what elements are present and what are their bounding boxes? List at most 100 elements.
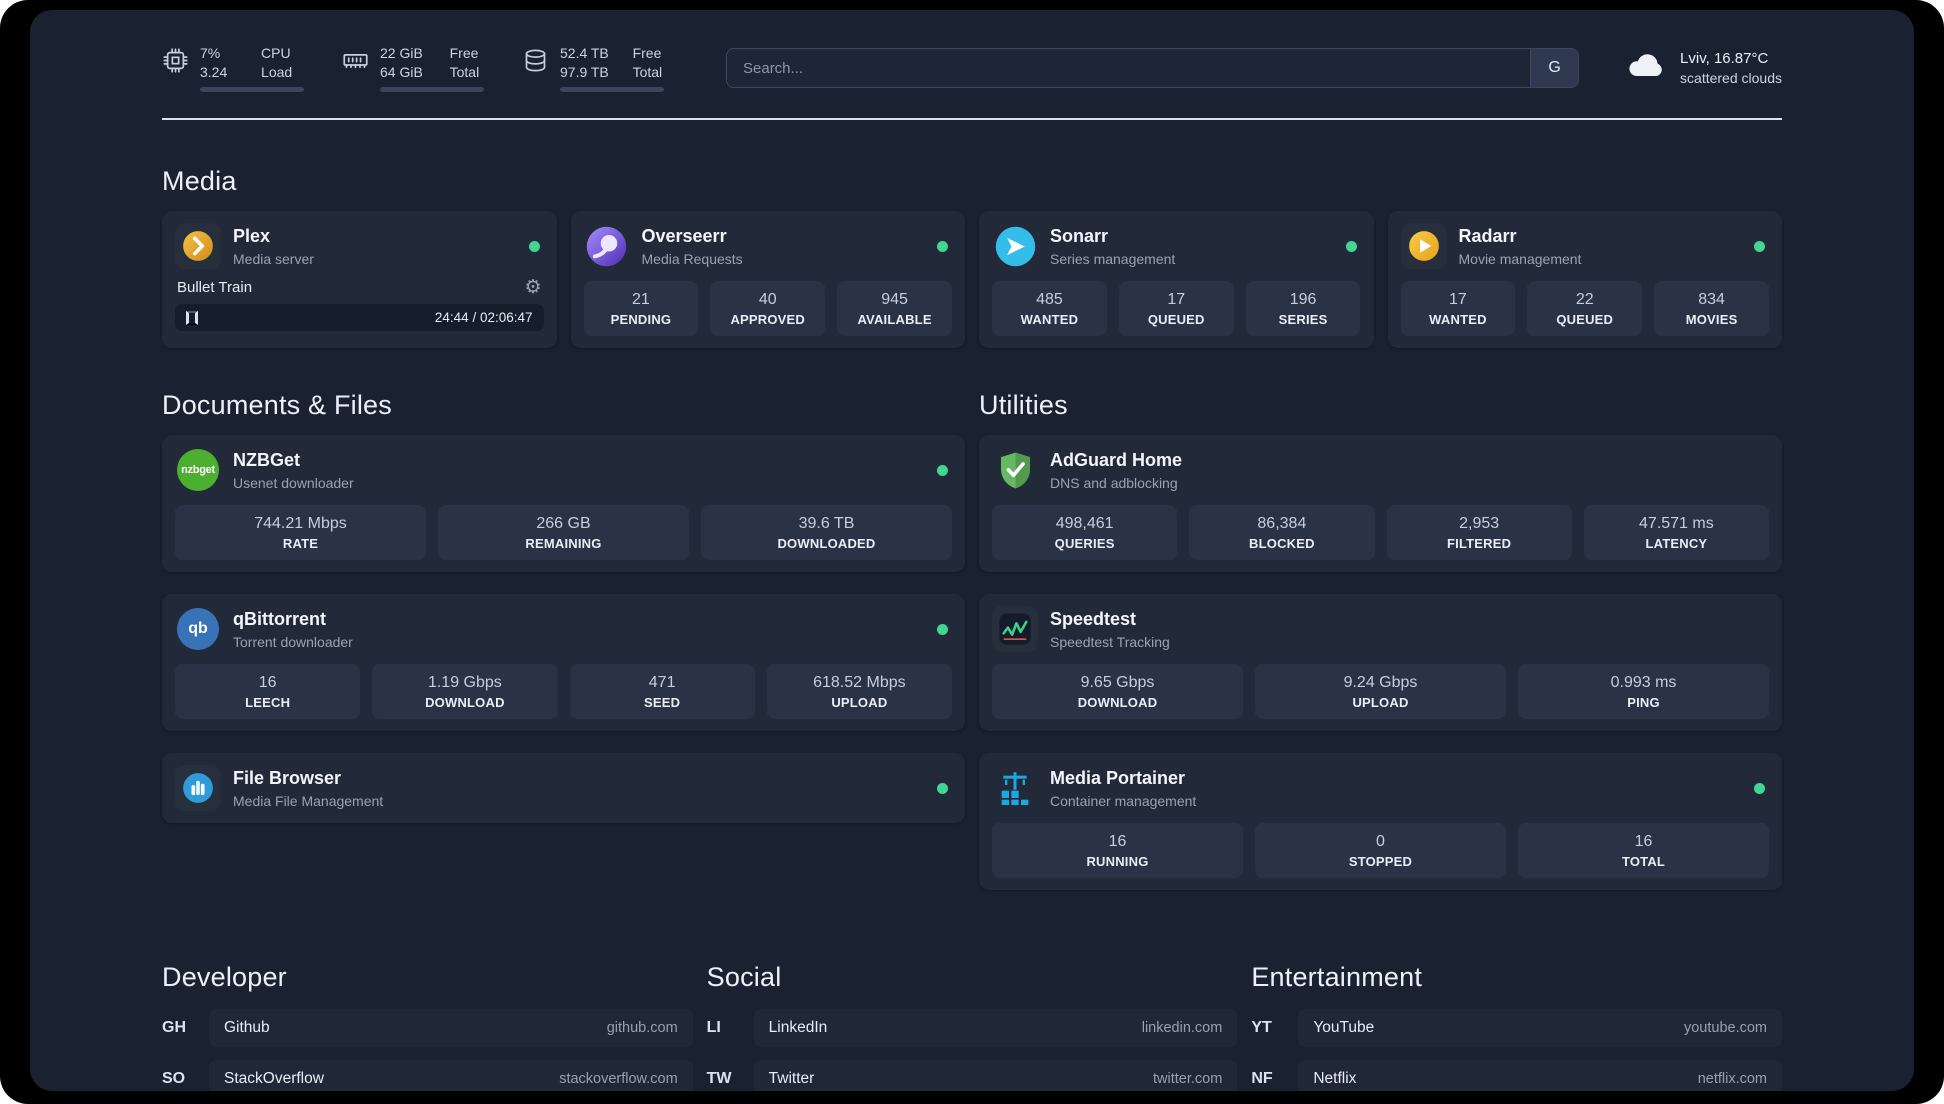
service-desc: DNS and adblocking [1050,474,1178,491]
status-dot [937,240,948,252]
adguard-card[interactable]: AdGuard Home DNS and adblocking 498,461 … [979,435,1782,573]
plex-card[interactable]: Plex Media server Bullet Train ⚙ 24:44 /… [162,211,557,349]
stat-wanted: 485 WANTED [992,281,1107,337]
stat-queued: 17 QUEUED [1118,281,1234,337]
memory-icon [342,44,369,92]
progress-track[interactable] [209,313,424,322]
speedtest-card[interactable]: Speedtest Speedtest Tracking 9.65 Gbps D… [979,594,1782,732]
stat-filtered: 2,953 FILTERED [1386,505,1572,561]
cpu-load-value: 3.24 [200,64,228,81]
search-engine-button[interactable]: G [1530,49,1579,88]
link-row-twitter: TW Twitter twitter.com [707,1060,1238,1091]
link-abbr: NF [1251,1070,1273,1088]
stat-pending: 21 PENDING [583,281,699,337]
section-utilities: Utilities AdGuard Home DNS and adblockin… [979,390,1782,891]
service-desc: Torrent downloader [233,633,353,650]
stat-seed: 471 SEED [569,664,755,720]
link-pill-youtube[interactable]: YouTube youtube.com [1298,1009,1782,1048]
status-dot [937,782,948,794]
status-dot [528,240,540,252]
cpu-usage-bar [200,87,304,93]
link-abbr: SO [162,1070,186,1088]
link-row-linkedin: LI LinkedIn linkedin.com [707,1009,1238,1048]
service-desc: Media server [233,250,314,267]
link-pill-stackoverflow[interactable]: StackOverflow stackoverflow.com [209,1060,693,1091]
plex-now-playing: Bullet Train ⚙ 24:44 / 02:06:47 [175,278,544,332]
service-desc: Movie management [1458,250,1582,267]
radarr-card[interactable]: Radarr Movie management 17 WANTED 22 QUE… [1387,211,1782,349]
stat-available: 945 AVAILABLE [837,281,952,337]
documents-section-title: Documents & Files [162,390,392,421]
search-input[interactable] [727,49,1531,88]
ram-monitor: 22 GiB Free 64 GiB Total [342,44,484,93]
qbittorrent-icon: qb [175,606,221,652]
disk-icon [522,44,549,92]
service-name: NZBGet [233,450,300,471]
plex-icon [175,223,221,270]
disk-free-label: Free [632,45,662,61]
stat-wanted: 17 WANTED [1400,281,1516,337]
link-pill-linkedin[interactable]: LinkedIn linkedin.com [753,1009,1238,1048]
weather-widget: Lviv, 16.87°C scattered clouds [1625,48,1782,89]
link-pill-netflix[interactable]: Netflix netflix.com [1298,1060,1782,1091]
disk-monitor: 52.4 TB Free 97.9 TB Total [522,44,664,93]
entertainment-section-title: Entertainment [1251,962,1423,993]
status-dot [937,464,948,476]
nzbget-card[interactable]: nzbget NZBGet Usenet downloader 744.21 M… [162,435,965,573]
link-row-stackoverflow: SO StackOverflow stackoverflow.com [162,1060,693,1091]
overseerr-card[interactable]: Overseerr Media Requests 21 PENDING 40 A… [570,211,965,349]
settings-icon[interactable]: ⚙ [524,278,541,297]
disk-total-label: Total [632,64,663,81]
stat-queued: 22 QUEUED [1527,281,1643,337]
stat-stopped: 0 STOPPED [1255,823,1506,879]
status-dot [1754,240,1765,252]
cpu-monitor: 7% CPU 3.24 Load [162,44,304,93]
stat-upload: 618.52 Mbps UPLOAD [766,664,952,720]
ram-usage-bar [380,87,484,93]
overseerr-icon [584,223,630,269]
link-abbr: GH [162,1019,186,1037]
stat-approved: 40 APPROVED [710,281,826,337]
sonarr-card[interactable]: Sonarr Series management 485 WANTED 17 Q… [979,211,1374,349]
sonarr-icon [992,223,1038,269]
service-name: Sonarr [1050,226,1109,247]
stat-remaining: 266 GB REMAINING [438,505,689,561]
weather-location: Lviv, 16.87°C [1680,49,1769,67]
link-abbr: TW [706,1070,732,1088]
link-pill-github[interactable]: Github github.com [209,1009,693,1048]
stat-download: 1.19 Gbps DOWNLOAD [372,664,558,720]
pause-button[interactable] [186,310,198,325]
disk-usage-bar [560,87,664,93]
service-name: qBittorrent [233,609,326,630]
filebrowser-card[interactable]: File Browser Media File Management [162,753,965,824]
search-bar: G [726,48,1580,89]
service-name: File Browser [233,768,342,789]
cloud-icon [1625,48,1667,85]
ram-free-label: Free [449,45,479,61]
service-name: Overseerr [641,226,727,247]
portainer-icon [992,765,1038,811]
service-name: Radarr [1458,226,1517,247]
service-name: AdGuard Home [1050,450,1183,471]
portainer-card[interactable]: Media Portainer Container management 16 … [979,753,1782,891]
qbittorrent-card[interactable]: qb qBittorrent Torrent downloader 16 LEE… [162,594,965,732]
service-name: Speedtest [1050,609,1137,630]
link-pill-twitter[interactable]: Twitter twitter.com [753,1060,1238,1091]
playback-time: 24:44 / 02:06:47 [434,310,533,326]
service-name: Plex [233,226,271,247]
disk-free-value: 52.4 TB [560,45,609,61]
link-abbr: YT [1251,1019,1272,1037]
now-playing-title: Bullet Train [177,279,253,297]
stat-download: 9.65 Gbps DOWNLOAD [992,664,1243,720]
social-section-title: Social [706,962,782,993]
media-section-title: Media [162,166,237,197]
cpu-usage-value: 7% [200,45,221,61]
link-row-youtube: YT YouTube youtube.com [1251,1009,1782,1048]
playback-bar: 24:44 / 02:06:47 [175,304,544,332]
utilities-section-title: Utilities [979,390,1068,421]
top-bar: 7% CPU 3.24 Load 22 GiB Free 64 GiB Tota… [162,44,1782,93]
cpu-load-label: Load [261,64,293,81]
stat-downloaded: 39.6 TB DOWNLOADED [701,505,952,561]
cpu-chip-icon [162,44,189,92]
service-desc: Series management [1050,250,1176,267]
